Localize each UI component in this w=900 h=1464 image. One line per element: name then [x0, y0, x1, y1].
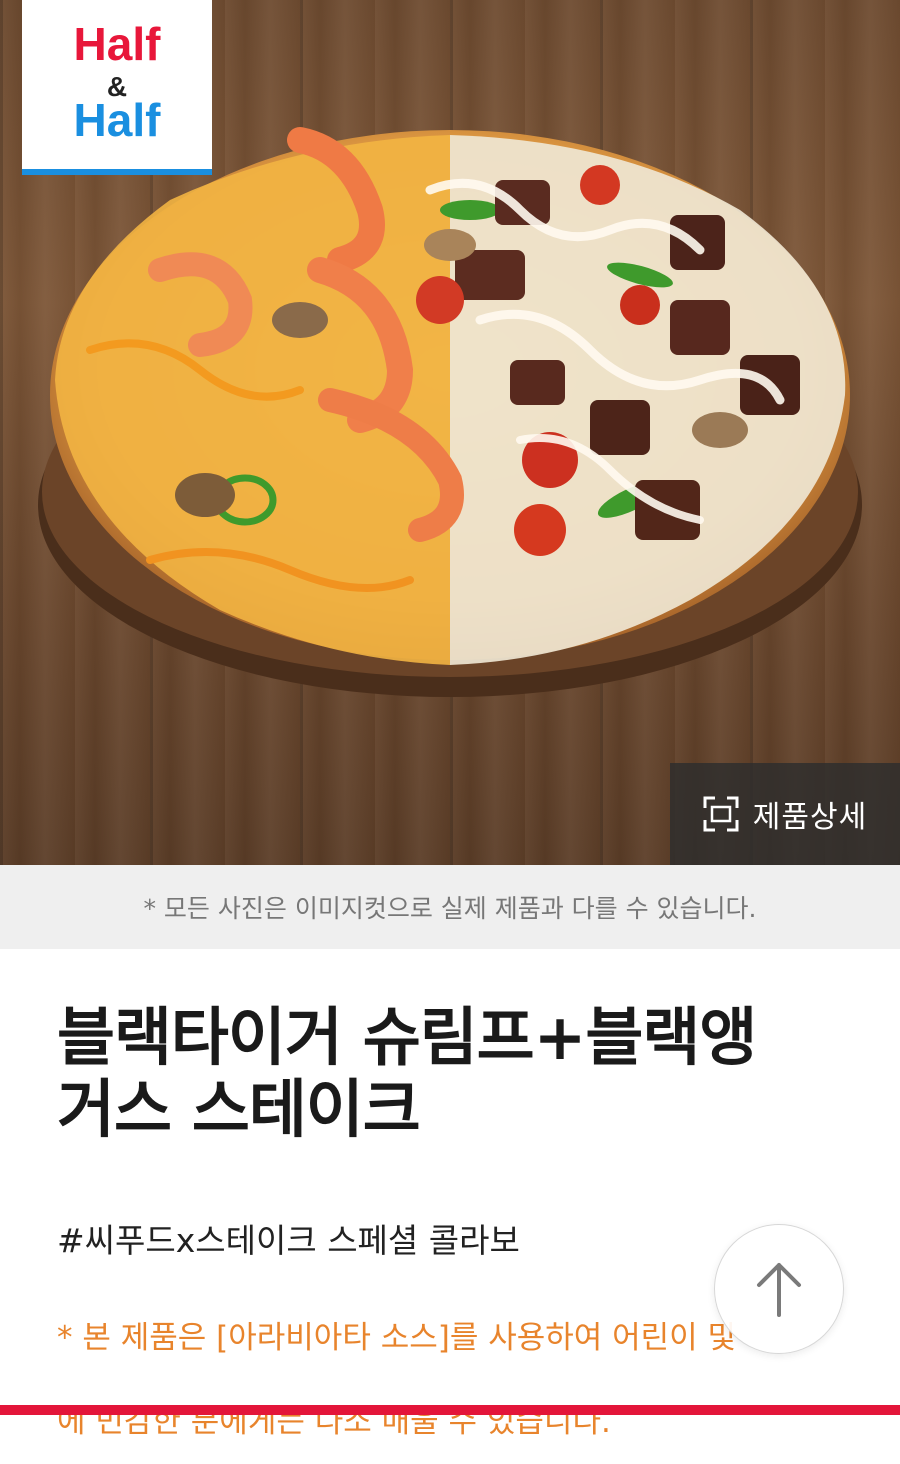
- product-title-line1: 블랙타이거 슈림프+블랙앵: [57, 1001, 757, 1074]
- bottom-accent-line: [0, 1405, 900, 1415]
- logo-line2: Half: [74, 94, 162, 146]
- image-disclaimer-bar: * 모든 사진은 이미지컷으로 실제 제품과 다를 수 있습니다.: [0, 865, 900, 949]
- spicy-warning-line2: 에 민감한 분에게는 다소 매울 수 있습니다.: [57, 1404, 611, 1440]
- arrow-up-icon: [757, 1263, 801, 1317]
- logo-line1: Half: [74, 18, 162, 70]
- product-title: 블랙타이거 슈림프+블랙앵 거스 스테이크: [57, 1002, 857, 1146]
- scroll-to-top-button[interactable]: [714, 1224, 844, 1354]
- half-and-half-logo-mark: Half & Half: [74, 18, 162, 146]
- product-detail-button[interactable]: 제품상세: [670, 763, 900, 865]
- product-title-line2: 거스 스테이크: [57, 1073, 421, 1146]
- image-disclaimer-text: * 모든 사진은 이미지컷으로 실제 제품과 다를 수 있습니다.: [143, 894, 757, 923]
- product-hashtag: #씨푸드x스테이크 스페셜 콜라보: [57, 1221, 520, 1260]
- product-detail-label: 제품상세: [752, 800, 868, 835]
- half-and-half-logo: Half & Half: [22, 0, 212, 175]
- expand-icon: [703, 796, 739, 832]
